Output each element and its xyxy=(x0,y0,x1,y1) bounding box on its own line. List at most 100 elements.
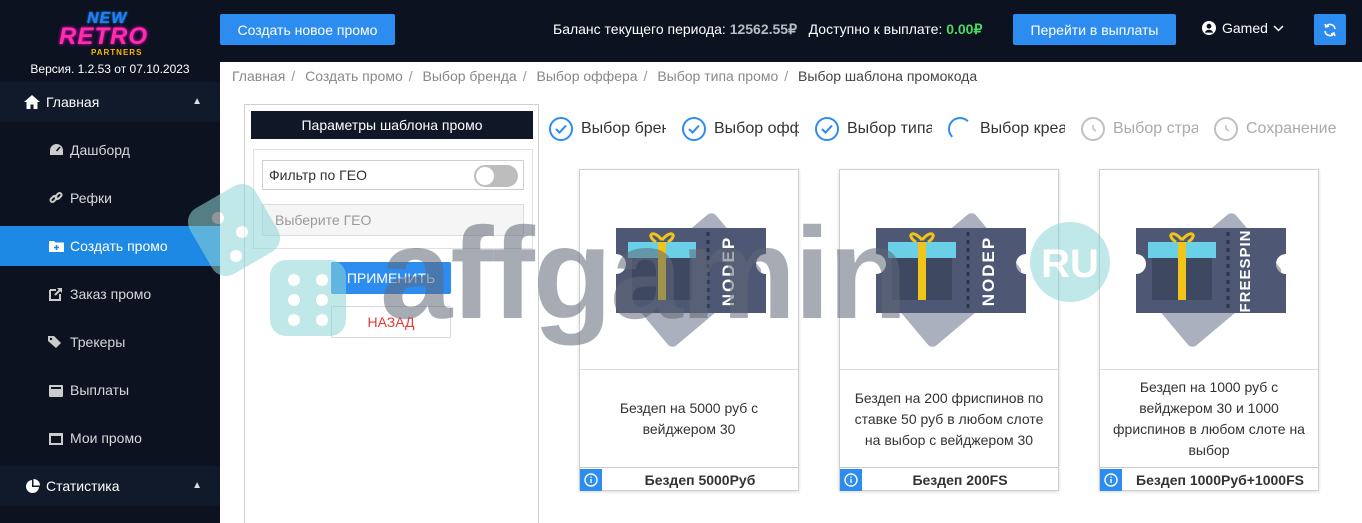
user-circle-icon xyxy=(1202,21,1216,35)
step-creative: Выбор креатива xyxy=(948,116,1065,142)
breadcrumb-item[interactable]: Выбор типа промо xyxy=(657,68,778,84)
refresh-button[interactable] xyxy=(1314,14,1346,45)
geo-filter-toggle[interactable] xyxy=(474,165,518,187)
user-menu[interactable]: Gamed xyxy=(1202,20,1284,36)
breadcrumb-item[interactable]: Создать промо xyxy=(305,68,403,84)
create-new-promo-button[interactable]: Создать новое промо xyxy=(220,14,395,45)
spinner-icon xyxy=(948,117,972,141)
sidebar-item-create-promo[interactable]: Создать промо xyxy=(0,226,220,266)
ticket-text: NODEP xyxy=(979,236,998,306)
sidebar-item-trackers[interactable]: Трекеры xyxy=(0,322,220,362)
step-page: Выбор страницы xyxy=(1081,116,1198,142)
chevron-down-icon xyxy=(1273,24,1284,32)
info-icon xyxy=(1104,472,1118,487)
info-button[interactable] xyxy=(1100,468,1122,491)
geo-filter-row: Фильтр по ГЕО xyxy=(262,160,524,190)
filter-group: Фильтр по ГЕО Выберите ГЕО xyxy=(253,149,533,249)
sidebar-section-home[interactable]: Главная ▲ xyxy=(0,82,220,122)
chevron-up-icon: ▲ xyxy=(192,480,202,491)
step-brand: Выбор бренда xyxy=(549,116,666,142)
card-image: NODEP xyxy=(580,170,798,370)
geo-select[interactable]: Выберите ГЕО xyxy=(262,204,524,236)
apply-button[interactable]: ПРИМЕНИТЬ xyxy=(331,262,451,294)
check-circle-icon xyxy=(549,117,573,141)
sidebar-item-dashboard[interactable]: Дашборд xyxy=(0,130,220,170)
sidebar-item-payouts[interactable]: Выплаты xyxy=(0,370,220,410)
card-description: Бездеп на 200 фриспинов по ставке 50 руб… xyxy=(854,389,1044,448)
breadcrumb-current: Выбор шаблона промокода xyxy=(798,68,978,84)
card-image: FREESPIN xyxy=(1100,170,1318,370)
info-icon xyxy=(584,472,598,487)
sidebar-item-label: Рефки xyxy=(70,190,112,206)
external-link-icon xyxy=(48,286,64,302)
logo[interactable]: NEW RETRO PARTNERS xyxy=(55,10,167,58)
wallet-icon xyxy=(48,382,64,398)
sidebar-item-label: Дашборд xyxy=(70,142,130,158)
back-button[interactable]: НАЗАД xyxy=(331,306,451,338)
check-circle-icon xyxy=(815,117,839,141)
breadcrumb-item[interactable]: Главная xyxy=(232,68,285,84)
folder-plus-icon xyxy=(48,238,64,254)
breadcrumb-item[interactable]: Выбор бренда xyxy=(423,68,517,84)
card-description: Бездеп на 5000 руб с вейджером 30 xyxy=(619,400,759,437)
sidebar-item-label: Заказ промо xyxy=(70,286,152,302)
sidebar-item-label: Выплаты xyxy=(70,382,130,398)
clock-icon xyxy=(1081,117,1105,141)
step-label: Выбор типа промо xyxy=(847,120,932,137)
geo-filter-label: Фильтр по ГЕО xyxy=(269,167,367,183)
image-icon xyxy=(48,430,64,446)
sidebar-section-statistics[interactable]: Статистика ▲ xyxy=(0,466,220,506)
card-image: NODEP xyxy=(840,170,1058,370)
card-name: Бездеп 5000Руб xyxy=(644,471,756,488)
card-description: Бездеп на 1000 руб с вейджером 30 и 1000… xyxy=(1113,379,1305,458)
card-footer: Бездеп 200FS xyxy=(840,467,1058,491)
link-icon xyxy=(48,190,64,206)
promo-template-card[interactable]: FREESPIN Бездеп на 1000 руб с вейджером … xyxy=(1099,169,1319,491)
step-offer: Выбор оффера xyxy=(682,116,799,142)
info-button[interactable] xyxy=(840,468,862,491)
sidebar-item-label: Создать промо xyxy=(70,238,168,254)
card-footer: Бездеп 5000Руб xyxy=(580,467,798,491)
chevron-up-icon: ▲ xyxy=(192,96,202,107)
balance-value: 12562.55₽ xyxy=(729,21,797,37)
step-label: Сохранение xyxy=(1246,120,1337,137)
ticket-text: FREESPIN xyxy=(1237,229,1254,312)
promo-template-card[interactable]: NODEP Бездеп на 200 фриспинов по ставке … xyxy=(839,169,1059,491)
breadcrumb-item[interactable]: Выбор оффера xyxy=(536,68,637,84)
logo-line-retro: RETRO xyxy=(59,23,148,50)
step-promo-type: Выбор типа промо xyxy=(815,116,932,142)
pie-chart-icon xyxy=(24,478,40,494)
template-params-panel: Параметры шаблона промо Фильтр по ГЕО Вы… xyxy=(244,104,539,523)
sidebar-section-label: Главная xyxy=(46,94,100,110)
ticket-text: NODEP xyxy=(719,236,738,306)
breadcrumb: Главная / Создать промо / Выбор бренда / Вы… xyxy=(232,68,978,84)
step-label: Выбор бренда xyxy=(581,120,666,137)
step-label: Выбор страницы xyxy=(1113,120,1198,137)
available-value: 0.00₽ xyxy=(946,21,983,37)
check-circle-icon xyxy=(682,117,706,141)
dashboard-icon xyxy=(48,142,64,158)
card-name: Бездеп 200FS xyxy=(912,471,1008,488)
available-label: Доступно к выплате: xyxy=(808,21,943,37)
user-name: Gamed xyxy=(1222,20,1268,36)
sidebar-item-my-promo[interactable]: Мои промо xyxy=(0,418,220,458)
step-label: Выбор оффера xyxy=(714,120,799,137)
sidebar-item-order-promo[interactable]: Заказ промо xyxy=(0,274,220,314)
home-icon xyxy=(24,94,40,110)
info-icon xyxy=(844,472,858,487)
sidebar-item-label: Мои промо xyxy=(70,430,142,446)
card-name: Бездеп 1000Руб+1000FS xyxy=(1136,471,1304,488)
sidebar-section-label: Статистика xyxy=(46,478,120,494)
refresh-icon xyxy=(1323,23,1337,37)
info-button[interactable] xyxy=(580,468,602,491)
sidebar-item-refs[interactable]: Рефки xyxy=(0,178,220,218)
balance-info: Баланс текущего периода: 12562.55₽ Досту… xyxy=(553,21,982,38)
panel-title: Параметры шаблона промо xyxy=(251,111,533,139)
go-to-payouts-button[interactable]: Перейти в выплаты xyxy=(1013,14,1176,45)
card-footer: Бездеп 1000Руб+1000FS xyxy=(1100,467,1318,491)
sidebar: NEW RETRO PARTNERS Версия. 1.2.53 от 07.… xyxy=(0,0,220,523)
step-save: Сохранение xyxy=(1214,116,1344,142)
promo-template-card[interactable]: NODEP Бездеп на 5000 руб с вейджером 30 … xyxy=(579,169,799,491)
step-label: Выбор креатива xyxy=(980,120,1065,137)
app-version: Версия. 1.2.53 от 07.10.2023 xyxy=(30,62,190,76)
